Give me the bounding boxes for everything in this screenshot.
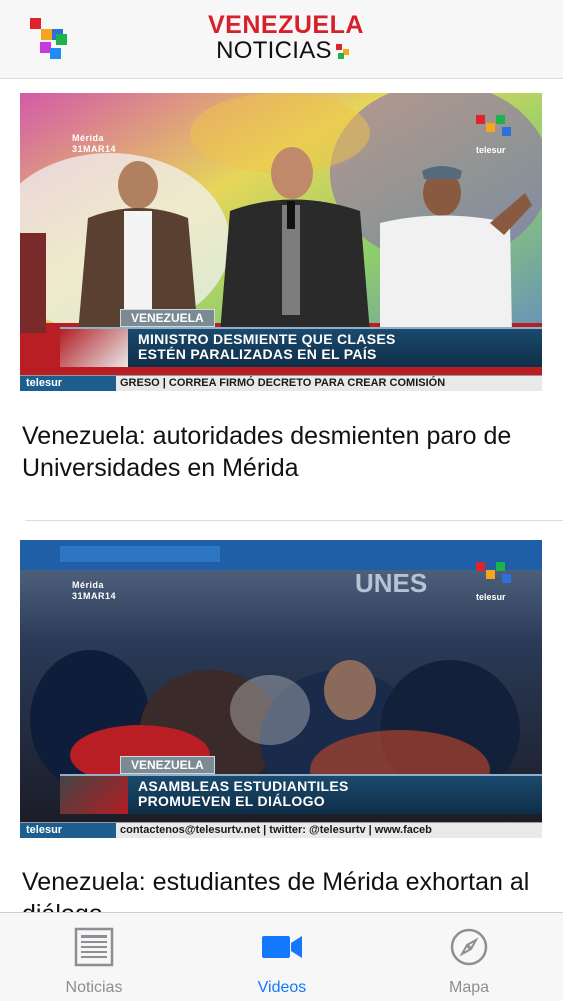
video-thumbnail[interactable]: UNES Mérida 31MAR14 telesur VENEZUELA AS…	[20, 540, 542, 838]
video-headline: ASAMBLEAS ESTUDIANTILES PROMUEVEN EL DIÁ…	[138, 779, 349, 809]
article-title[interactable]: Venezuela: autoridades desmienten paro d…	[22, 420, 547, 484]
pixel-logo-menu-icon[interactable]	[28, 16, 70, 60]
news-ticker: telesur GRESO | CORREA FIRMÓ DECRETO PAR…	[20, 375, 542, 391]
ticker-brand: telesur	[20, 376, 116, 391]
video-location-stamp: Mérida 31MAR14	[72, 133, 116, 155]
headline-line1: MINISTRO DESMIENTE QUE CLASES	[138, 331, 396, 347]
logo-square	[41, 29, 52, 40]
news-lower-third: ASAMBLEAS ESTUDIANTILES PROMUEVEN EL DIÁ…	[60, 774, 542, 814]
headline-line2: PROMUEVEN EL DIÁLOGO	[138, 793, 325, 809]
location-text: Mérida	[72, 580, 105, 590]
news-lower-third: MINISTRO DESMIENTE QUE CLASES ESTÉN PARA…	[60, 327, 542, 367]
headline-line2: ESTÉN PARALIZADAS EN EL PAÍS	[138, 346, 377, 362]
brand-pixel-mark-icon	[335, 44, 350, 60]
video-thumbnail[interactable]: Mérida 31MAR14 telesur VENEZUELA MINISTR…	[20, 93, 542, 391]
tab-mapa[interactable]: Mapa	[375, 913, 563, 1001]
date-text: 31MAR14	[72, 591, 117, 601]
card-divider	[25, 520, 563, 521]
ticker-text: contactenos@telesurtv.net | twitter: @te…	[120, 824, 432, 836]
tab-videos[interactable]: Videos	[188, 913, 376, 1001]
logo-square	[30, 18, 41, 29]
logo-square	[56, 34, 67, 45]
ticker-text: GRESO | CORREA FIRMÓ DECRETO PARA CREAR …	[120, 377, 446, 389]
telesur-logo-text: telesur	[476, 145, 506, 155]
bottom-tab-bar: Noticias Videos Mapa	[0, 912, 563, 1001]
brand-title-line2: NOTICIAS	[216, 37, 332, 64]
noticias-graphic	[60, 776, 128, 814]
tab-label: Videos	[257, 979, 307, 996]
telesur-logo: telesur	[472, 115, 518, 155]
country-tag: VENEZUELA	[120, 756, 215, 774]
video-camera-icon	[262, 936, 302, 958]
headline-line1: ASAMBLEAS ESTUDIANTILES	[138, 778, 349, 794]
news-ticker: telesur contactenos@telesurtv.net | twit…	[20, 822, 542, 838]
date-text: 31MAR14	[72, 144, 117, 154]
tab-label: Noticias	[65, 979, 123, 996]
app-header: VENEZUELA NOTICIAS	[0, 0, 563, 79]
telesur-logo: telesur	[472, 562, 518, 602]
video-headline: MINISTRO DESMIENTE QUE CLASES ESTÉN PARA…	[138, 332, 396, 362]
app-brand: VENEZUELA NOTICIAS	[208, 11, 364, 68]
video-feed[interactable]: Mérida 31MAR14 telesur VENEZUELA MINISTR…	[0, 78, 563, 912]
newspaper-icon	[74, 927, 114, 967]
wall-sign: UNES	[355, 568, 427, 598]
ticker-brand: telesur	[20, 823, 116, 838]
brand-title-line1: VENEZUELA	[208, 11, 364, 39]
tab-noticias[interactable]: Noticias	[0, 913, 188, 1001]
location-text: Mérida	[72, 133, 105, 143]
video-location-stamp: Mérida 31MAR14	[72, 580, 116, 602]
logo-square	[50, 48, 61, 59]
article-title[interactable]: Venezuela: estudiantes de Mérida exhorta…	[22, 866, 547, 912]
telesur-logo-text: telesur	[476, 592, 506, 602]
flag-graphic	[60, 329, 128, 367]
compass-icon	[450, 928, 488, 966]
country-tag: VENEZUELA	[120, 309, 215, 327]
tab-label: Mapa	[448, 979, 490, 996]
